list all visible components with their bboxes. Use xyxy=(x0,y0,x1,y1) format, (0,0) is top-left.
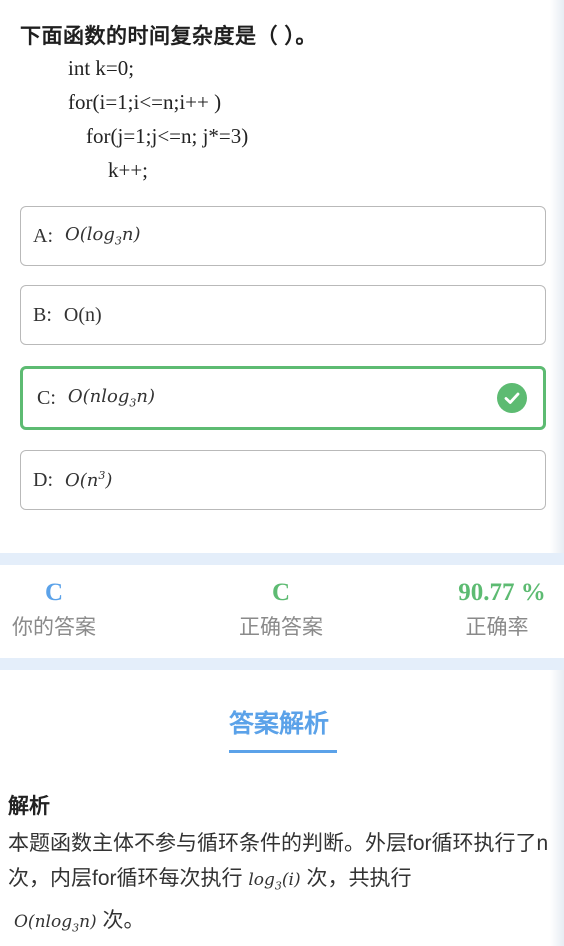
code-line-3: for(j=1;j<=n; j*=3) xyxy=(86,124,249,148)
correct-answer-value: C xyxy=(271,579,291,606)
option-text: O(n) xyxy=(63,303,102,326)
band-divider xyxy=(0,553,564,565)
stat-accuracy: 90.77 % 正确率 xyxy=(440,579,564,641)
option-letter: B: xyxy=(33,303,52,326)
your-answer-value: C xyxy=(44,579,64,606)
option-math: O(nlog3n) xyxy=(67,386,156,410)
code-line-1: int k=0; xyxy=(68,56,135,80)
option-math: O(n3) xyxy=(65,469,113,491)
analysis-text: 本题函数主体不参与循环条件的判断。外层for循环执行了n次，内层for循环每次执… xyxy=(8,832,549,935)
accuracy-value: 90.77 % xyxy=(458,579,546,606)
analysis-heading: 解析 xyxy=(8,795,50,818)
result-stats: C 你的答案 C 正确答案 90.77 % 正确率 xyxy=(0,553,564,670)
question-title: 下面函数的时间复杂度是（ ）。 xyxy=(20,25,317,48)
option-letter: C: xyxy=(37,386,56,409)
code-line-2: for(i=1;i<=n;i++ ) xyxy=(68,90,222,114)
tab-active-indicator xyxy=(229,750,337,753)
option-d[interactable]: D: O(n3) xyxy=(20,450,546,510)
option-math: O(log3n) xyxy=(65,224,141,248)
option-c[interactable]: C: O(nlog3n) xyxy=(20,366,546,430)
stat-your-answer: C 你的答案 xyxy=(0,579,108,641)
option-b[interactable]: B: O(n) xyxy=(20,285,546,345)
page-edge-shade xyxy=(550,0,564,946)
stat-correct-answer: C 正确答案 xyxy=(227,579,335,641)
your-answer-label: 你的答案 xyxy=(12,616,96,639)
code-line-4: k++; xyxy=(108,158,149,182)
option-letter: D: xyxy=(33,468,53,491)
band-divider xyxy=(0,658,564,670)
option-letter: A: xyxy=(33,224,53,247)
accuracy-label: 正确率 xyxy=(465,616,529,639)
option-a[interactable]: A: O(log3n) xyxy=(20,206,546,266)
tab-answer-analysis[interactable]: 答案解析 xyxy=(229,704,329,740)
check-circle-icon xyxy=(497,383,527,413)
correct-answer-label: 正确答案 xyxy=(239,616,323,639)
